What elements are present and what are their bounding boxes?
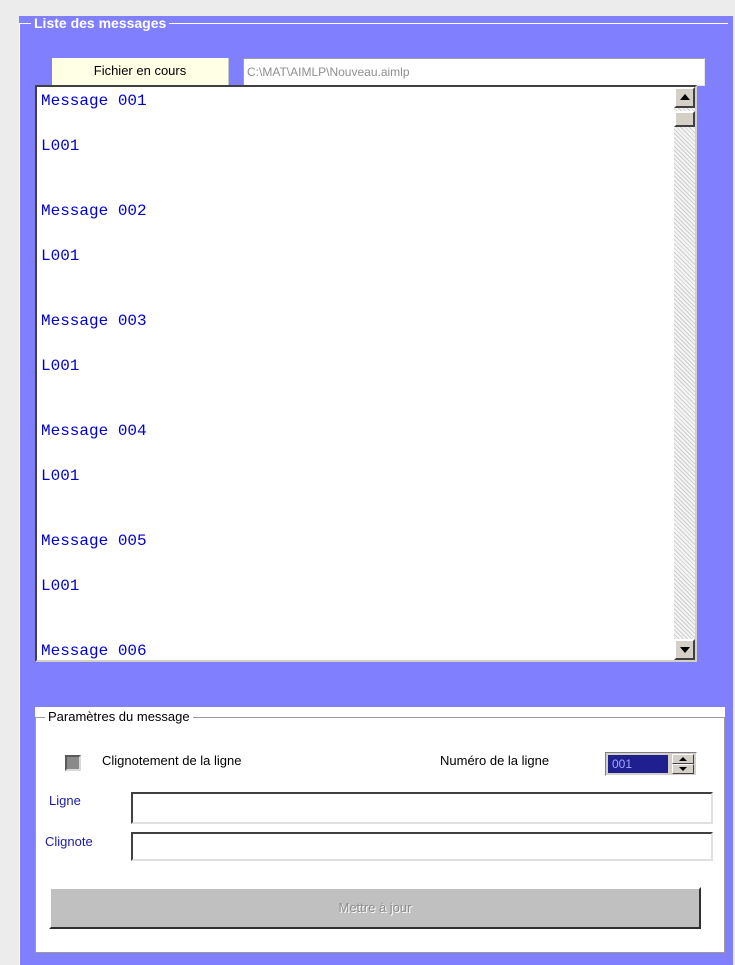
message-title: Message 006 [41,642,147,660]
blink-line-checkbox[interactable] [65,755,81,771]
spin-down-icon [679,767,687,771]
scroll-up-button[interactable] [674,87,695,108]
message-entry[interactable]: Message 005 L001 [41,527,671,637]
message-entry[interactable]: Message 004 L001 [41,417,671,527]
line-number-spinner[interactable]: 001 [605,752,697,776]
messages-list[interactable]: Message 001 L001 Message 002 L001 Messag… [35,85,697,662]
message-entry[interactable]: Message 003 L001 [41,307,671,417]
ligne-label: Ligne [49,793,81,808]
message-line-code: L001 [41,247,80,265]
spin-up-icon [679,757,687,761]
spin-down-button[interactable] [672,764,694,774]
message-title: Message 003 [41,312,147,330]
line-number-value[interactable]: 001 [608,755,668,773]
message-line-code: L001 [41,467,80,485]
message-title: Message 001 [41,92,147,110]
message-entry[interactable]: Message 006 [41,637,671,660]
line-number-label: Numéro de la ligne [440,753,550,768]
ligne-input[interactable] [131,792,713,824]
messages-scrollbar[interactable] [674,87,695,660]
arrow-up-icon [680,94,690,100]
message-parameters-group: Paramètres du message Clignotement de la… [35,707,725,953]
clignote-input[interactable] [131,832,713,861]
blink-line-label[interactable]: Clignotement de la ligne [102,753,241,768]
message-entry[interactable]: Message 002 L001 [41,197,671,307]
message-line-code: L001 [41,357,80,375]
clignote-label: Clignote [45,834,93,849]
message-parameters-title: Paramètres du message [45,709,193,725]
message-title: Message 002 [41,202,147,220]
messages-text: Message 001 L001 Message 002 L001 Messag… [41,87,671,660]
messages-group-title: Liste des messages [31,16,170,31]
scroll-thumb[interactable] [674,111,695,127]
message-title: Message 005 [41,532,147,550]
message-title: Message 004 [41,422,147,440]
update-button[interactable]: Mettre à jour [49,887,701,929]
current-file-label: Fichier en cours [52,58,229,86]
message-line-code: L001 [41,577,80,595]
spin-up-button[interactable] [672,754,694,764]
current-file-path-field[interactable]: C:\MAT\AIMLP\Nouveau.aimlp [243,58,705,86]
scroll-down-button[interactable] [674,639,695,660]
arrow-down-icon [680,647,690,653]
message-line-code: L001 [41,137,80,155]
message-entry[interactable]: Message 001 L001 [41,87,671,197]
